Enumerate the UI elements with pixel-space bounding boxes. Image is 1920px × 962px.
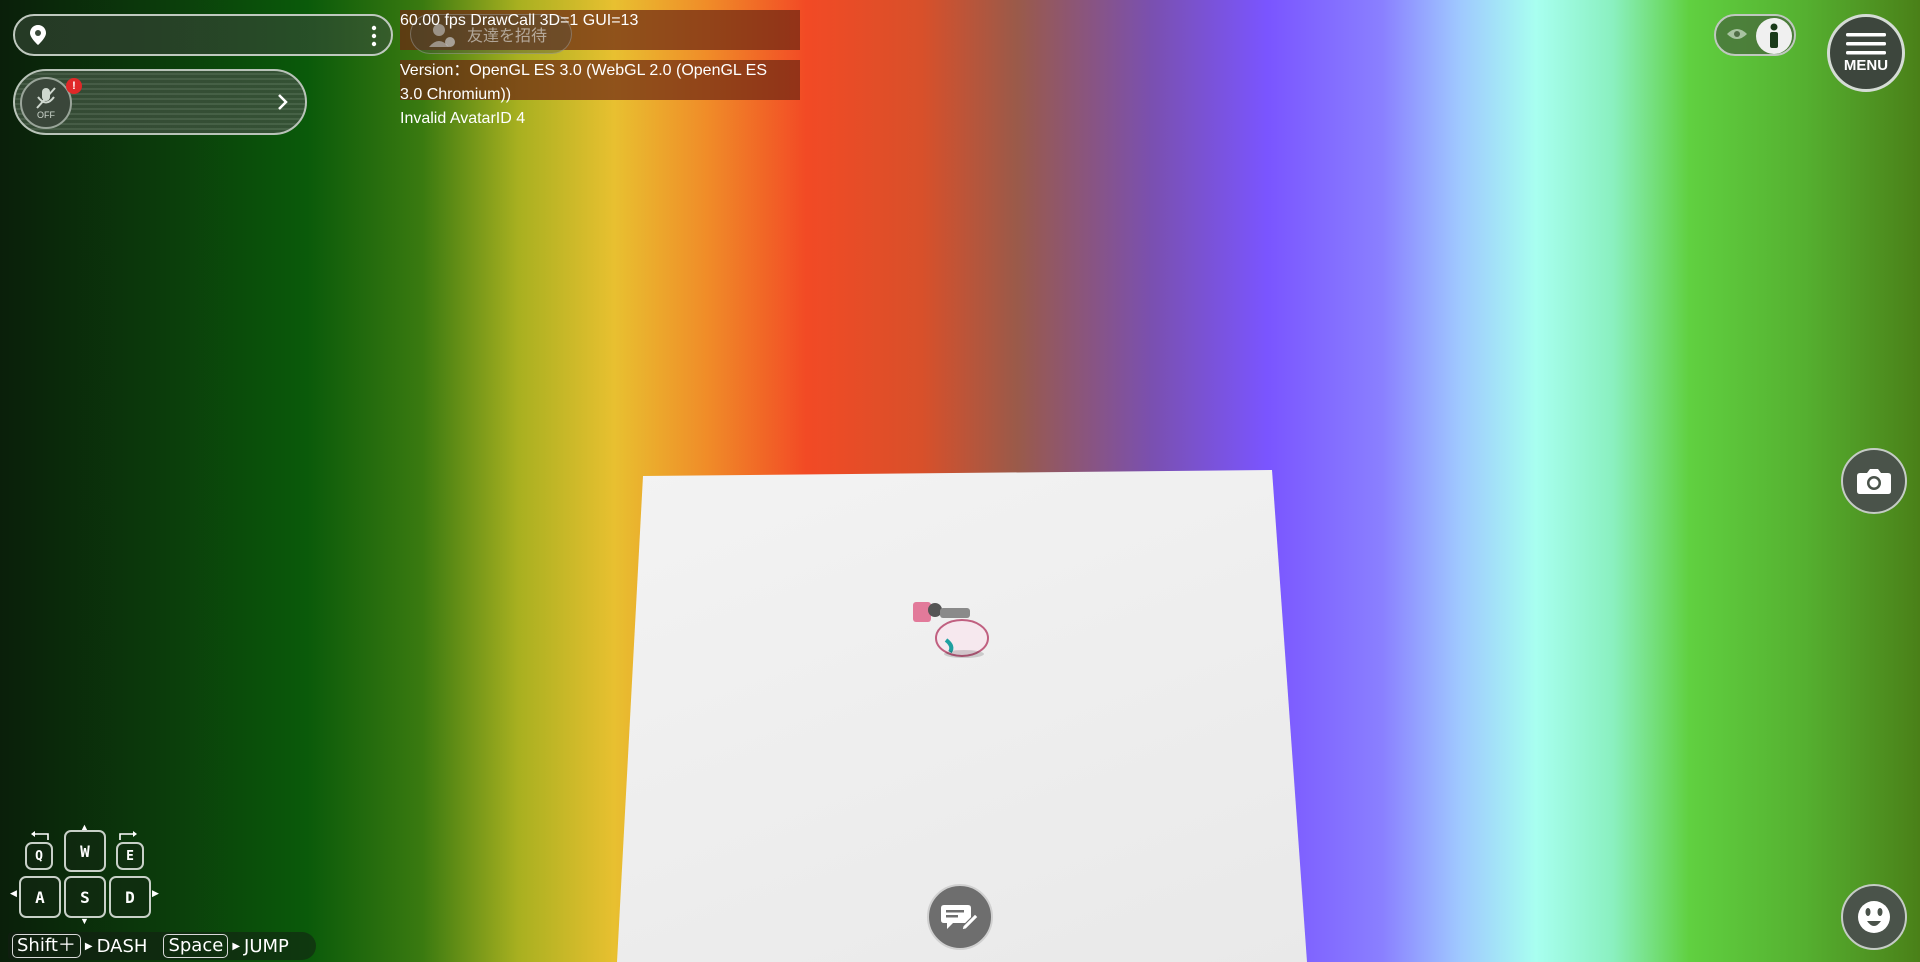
key-s[interactable]: S [64,876,106,918]
location-bar[interactable] [13,14,393,56]
key-d[interactable]: D [109,876,151,918]
debug-version-text-1: Version：OpenGL ES 3.0 (WebGL 2.0 (OpenGL… [400,62,768,79]
location-pin-icon [29,24,47,51]
arrow-right-icon: ▶ [152,888,159,898]
hamburger-icon [1846,32,1886,54]
key-q[interactable]: Q [25,842,53,870]
debug-fps-text: 60.00 fps DrawCall 3D=1 GUI=13 [400,12,639,29]
mic-off-icon [36,87,56,109]
camera-icon [1857,469,1891,494]
shift-keycap: Shift＋ [12,934,81,958]
debug-avatar-text: Invalid AvatarID 4 [400,110,526,127]
mic-toggle-button[interactable]: OFF ! [20,77,82,129]
chevron-right-icon[interactable] [277,93,289,116]
chat-button[interactable] [927,884,993,950]
alert-badge: ! [66,78,82,94]
control-hints: Shift＋ ▶ DASH Space ▶ JUMP [8,932,316,960]
menu-button[interactable]: MENU [1827,14,1905,92]
screenshot-button[interactable] [1841,448,1907,514]
person-icon [1756,18,1792,54]
play-arrow-icon: ▶ [84,940,93,952]
view-mode-toggle[interactable] [1714,14,1796,56]
player-avatar[interactable] [910,600,990,660]
vertical-dots-icon[interactable] [371,25,377,52]
mic-state-label: OFF [37,110,55,120]
eye-icon [1726,26,1748,47]
face-icon [1858,901,1890,933]
jump-label: JUMP [244,935,289,957]
chat-edit-icon [941,905,979,931]
key-w[interactable]: W [64,830,106,872]
play-arrow-icon: ▶ [232,940,241,952]
dash-label: DASH [96,935,148,957]
voice-chat-panel[interactable]: OFF ! [13,69,307,135]
emote-button[interactable] [1841,884,1907,950]
key-a[interactable]: A [19,876,61,918]
space-keycap: Space [163,934,229,958]
debug-version-text-2: 3.0 Chromium)) [400,86,512,103]
arrow-left-icon: ◀ [10,888,17,898]
menu-label: MENU [1843,56,1889,74]
key-e[interactable]: E [116,842,144,870]
